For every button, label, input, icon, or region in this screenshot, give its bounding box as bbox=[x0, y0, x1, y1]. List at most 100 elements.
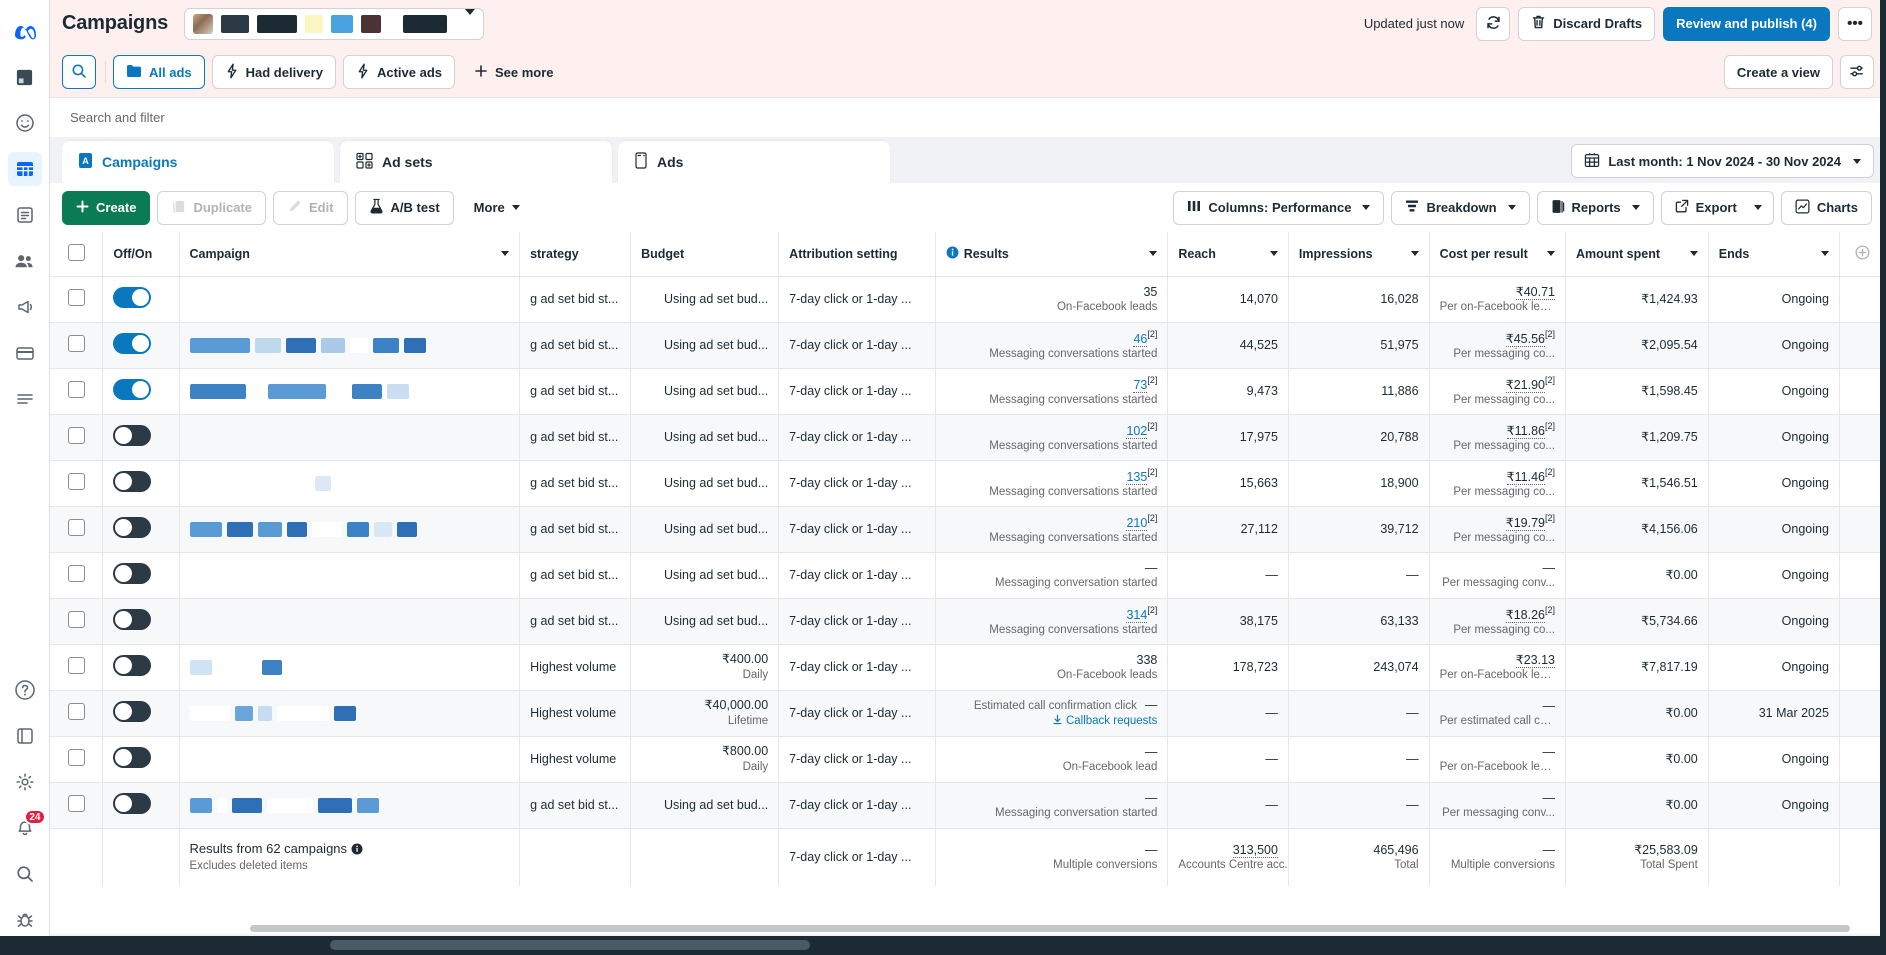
row-select-cell[interactable] bbox=[50, 368, 104, 415]
campaign-name-cell[interactable] bbox=[179, 506, 521, 553]
tab-ads[interactable]: Ads bbox=[618, 141, 890, 183]
campaign-on-off-toggle[interactable] bbox=[113, 471, 152, 492]
row-toggle-cell[interactable] bbox=[102, 506, 180, 553]
account-selector-caret[interactable] bbox=[455, 8, 476, 33]
campaign-name-cell[interactable] bbox=[179, 460, 521, 507]
reports-button[interactable]: Reports bbox=[1536, 190, 1654, 225]
people-icon[interactable] bbox=[8, 244, 42, 278]
column-header-campaign[interactable]: Campaign bbox=[179, 232, 521, 277]
smiley-icon[interactable] bbox=[8, 106, 42, 140]
campaign-on-off-toggle[interactable] bbox=[113, 747, 152, 768]
table-row[interactable]: Highest volume ₹800.00 Daily 7-day click or… bbox=[50, 736, 1886, 783]
campaign-on-off-toggle[interactable] bbox=[113, 287, 152, 308]
row-select-cell[interactable] bbox=[50, 322, 104, 369]
results-value[interactable]: 73 bbox=[1133, 377, 1148, 393]
duplicate-button[interactable]: Duplicate bbox=[157, 190, 266, 225]
search-and-filter-row[interactable] bbox=[50, 97, 1886, 137]
review-and-publish-button[interactable]: Review and publish (4) bbox=[1663, 6, 1830, 41]
column-header-reach[interactable]: Reach bbox=[1167, 232, 1289, 277]
search-filter-button[interactable] bbox=[62, 55, 96, 89]
row-checkbox[interactable] bbox=[67, 335, 85, 352]
table-row[interactable]: g ad set bid st... Using ad set bud... 7-d… bbox=[50, 322, 1886, 369]
refresh-button[interactable] bbox=[1476, 6, 1511, 41]
date-range-picker[interactable]: Last month: 1 Nov 2024 - 30 Nov 2024 bbox=[1571, 144, 1874, 178]
campaign-on-off-toggle[interactable] bbox=[113, 379, 152, 400]
results-value[interactable]: 102 bbox=[1126, 423, 1148, 439]
row-toggle-cell[interactable] bbox=[102, 322, 180, 369]
column-header-cost-per-result[interactable]: Cost per result bbox=[1429, 232, 1567, 277]
grid-square-icon[interactable] bbox=[8, 60, 42, 94]
plus-circle-icon[interactable] bbox=[1855, 245, 1870, 263]
row-select-cell[interactable] bbox=[50, 506, 104, 553]
menu-icon[interactable] bbox=[8, 382, 42, 416]
row-toggle-cell[interactable] bbox=[102, 644, 180, 691]
row-select-cell[interactable] bbox=[50, 552, 104, 599]
results-value[interactable]: 314 bbox=[1126, 607, 1148, 623]
header-more-button[interactable]: ••• bbox=[1838, 6, 1872, 41]
search-icon[interactable] bbox=[8, 857, 42, 891]
row-checkbox[interactable] bbox=[67, 657, 85, 674]
row-checkbox[interactable] bbox=[67, 565, 85, 582]
row-toggle-cell[interactable] bbox=[102, 736, 180, 783]
column-header-impressions[interactable]: Impressions bbox=[1288, 232, 1430, 277]
filter-chip-had-delivery[interactable]: Had delivery bbox=[211, 55, 336, 89]
campaign-name-cell[interactable] bbox=[179, 736, 521, 783]
row-select-cell[interactable] bbox=[50, 460, 104, 507]
row-select-cell[interactable] bbox=[50, 644, 104, 691]
campaign-name-cell[interactable] bbox=[179, 644, 521, 691]
callback-requests-link[interactable]: Callback requests bbox=[946, 714, 1157, 728]
meta-logo-icon[interactable] bbox=[8, 14, 42, 48]
row-toggle-cell[interactable] bbox=[102, 414, 180, 461]
row-checkbox[interactable] bbox=[67, 381, 85, 398]
table-icon[interactable] bbox=[7, 152, 42, 186]
chevron-down-icon[interactable] bbox=[1547, 251, 1555, 257]
table-row[interactable]: Highest volume ₹400.00 Daily 7-day click or… bbox=[50, 644, 1886, 691]
table-row[interactable]: g ad set bid st... Using ad set bud... 7-d… bbox=[50, 552, 1886, 599]
row-select-cell[interactable] bbox=[50, 276, 104, 323]
discard-drafts-button[interactable]: Discard Drafts bbox=[1518, 6, 1656, 41]
row-checkbox[interactable] bbox=[67, 749, 85, 766]
campaign-on-off-toggle[interactable] bbox=[113, 793, 152, 814]
chevron-down-icon[interactable] bbox=[1689, 251, 1698, 257]
tab-ad-sets[interactable]: Ad sets bbox=[340, 141, 612, 183]
campaign-name-cell[interactable] bbox=[179, 598, 521, 645]
row-checkbox[interactable] bbox=[67, 611, 85, 628]
bug-icon[interactable] bbox=[8, 903, 42, 937]
row-toggle-cell[interactable] bbox=[102, 460, 180, 507]
table-row[interactable]: Highest volume ₹40,000.00 Lifetime 7-day cl… bbox=[50, 690, 1886, 737]
chevron-down-icon[interactable] bbox=[1149, 251, 1158, 257]
campaign-name-cell[interactable] bbox=[179, 414, 521, 461]
export-dropdown-button[interactable] bbox=[1743, 190, 1774, 225]
horizontal-scrollbar-track[interactable] bbox=[50, 922, 1886, 934]
campaign-on-off-toggle[interactable] bbox=[113, 563, 152, 584]
campaign-name-cell[interactable] bbox=[179, 690, 521, 737]
search-input[interactable] bbox=[68, 109, 1868, 126]
chevron-down-icon[interactable] bbox=[1820, 251, 1829, 257]
filter-chip-all-ads[interactable]: All ads bbox=[113, 55, 205, 89]
campaign-name-cell[interactable] bbox=[179, 782, 521, 829]
row-checkbox[interactable] bbox=[67, 795, 85, 812]
add-column-header[interactable] bbox=[1839, 232, 1886, 277]
info-icon[interactable] bbox=[351, 843, 363, 859]
column-header-results[interactable]: Results bbox=[935, 232, 1169, 277]
row-toggle-cell[interactable] bbox=[102, 782, 180, 829]
campaigns-table-container[interactable]: Off/On Campaign strategy Budget Attribut… bbox=[50, 232, 1886, 922]
filter-chip-active-ads[interactable]: Active ads bbox=[342, 55, 455, 89]
results-value[interactable]: 210 bbox=[1126, 515, 1148, 531]
table-row[interactable]: g ad set bid st... Using ad set bud... 7-d… bbox=[50, 506, 1886, 553]
row-toggle-cell[interactable] bbox=[102, 368, 180, 415]
table-row[interactable]: g ad set bid st... Using ad set bud... 7-d… bbox=[50, 368, 1886, 415]
row-select-cell[interactable] bbox=[50, 782, 104, 829]
campaign-name-cell[interactable] bbox=[179, 368, 521, 415]
select-all-checkbox[interactable] bbox=[67, 243, 85, 261]
table-row[interactable]: g ad set bid st... Using ad set bud... 7-d… bbox=[50, 414, 1886, 461]
chevron-down-icon[interactable] bbox=[1410, 251, 1419, 257]
book-icon[interactable] bbox=[8, 719, 42, 753]
row-checkbox[interactable] bbox=[67, 473, 85, 490]
browser-bottom-scrollbar-thumb[interactable] bbox=[330, 940, 810, 950]
export-button[interactable]: Export bbox=[1660, 190, 1751, 225]
results-value[interactable]: 135 bbox=[1126, 469, 1148, 485]
row-checkbox[interactable] bbox=[67, 703, 85, 720]
card-icon[interactable] bbox=[8, 336, 42, 370]
tab-campaigns[interactable]: A Campaigns bbox=[62, 141, 334, 183]
